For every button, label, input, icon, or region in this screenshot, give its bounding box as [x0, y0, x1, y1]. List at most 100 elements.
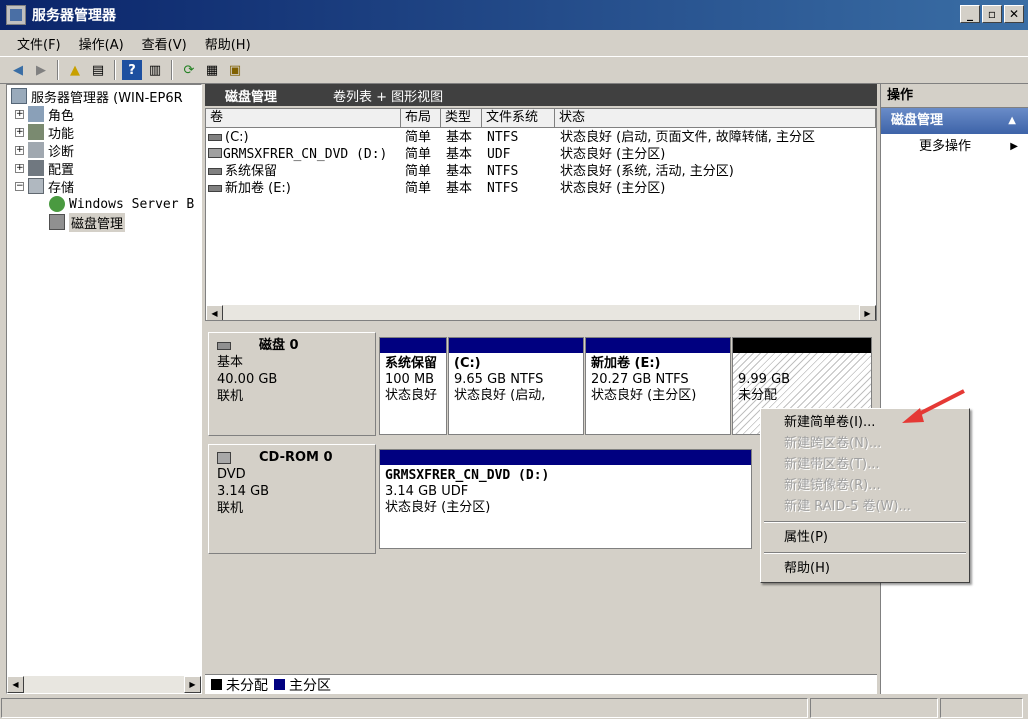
menu-item-new-simple-volume[interactable]: 新建简单卷(I)... [761, 412, 969, 433]
expand-icon[interactable]: + [15, 163, 24, 173]
back-icon[interactable]: ◀ [8, 60, 28, 80]
disk-0-label[interactable]: 磁盘 0 基本 40.00 GB 联机 [208, 332, 376, 436]
expand-icon[interactable]: + [15, 145, 24, 155]
scroll-right-icon[interactable]: ▶ [184, 676, 201, 693]
actions-section-label: 磁盘管理 [891, 113, 944, 128]
action-pane-icon[interactable]: ▥ [145, 60, 165, 80]
partition-name: (C:) [454, 356, 481, 371]
menu-action[interactable]: 操作(A) [70, 34, 133, 53]
volume-layout: 简单 [405, 130, 432, 145]
features-icon [28, 124, 44, 140]
partition-d[interactable]: GRMSXFRER_CN_DVD (D:) 3.14 GB UDF 状态良好 (… [379, 449, 752, 549]
partition-size: 100 MB [385, 372, 435, 387]
status-panel [810, 698, 938, 718]
configuration-icon [28, 160, 44, 176]
tree-item-configuration[interactable]: + 配置 [15, 159, 74, 178]
column-header-type[interactable]: 类型 [441, 109, 482, 128]
volume-name: (C:) [225, 130, 249, 145]
table-row[interactable]: GRMSXFRER_CN_DVD (D:) [208, 146, 401, 163]
cdrom-0-label[interactable]: CD-ROM 0 DVD 3.14 GB 联机 [208, 444, 376, 554]
tree-item-label: 诊断 [48, 144, 75, 160]
partition-name: 新加卷 (E:) [591, 356, 661, 371]
partition-size: 20.27 GB NTFS [591, 372, 689, 387]
volume-status: 状态良好 (启动, 页面文件, 故障转储, 主分区 [560, 130, 815, 145]
volume-name: 系统保留 [225, 164, 278, 179]
partition-status: 状态良好 [385, 388, 438, 403]
volume-status: 状态良好 (主分区) [560, 147, 666, 162]
collapse-up-icon[interactable]: ▲ [1008, 108, 1016, 134]
scroll-right-icon[interactable]: ▶ [859, 305, 876, 320]
legend-unallocated-label: 未分配 [226, 677, 268, 694]
disk-status: 联机 [217, 389, 244, 404]
show-hide-tree-icon[interactable]: ▤ [88, 60, 108, 80]
context-menu: 新建简单卷(I)... 新建跨区卷(N)... 新建带区卷(T)... 新建镜像… [760, 408, 970, 583]
minimize-button[interactable]: _ [960, 5, 980, 23]
tree-item-disk-management[interactable]: 磁盘管理 [49, 212, 126, 232]
volume-type: 基本 [446, 147, 473, 162]
partition-size: 9.65 GB NTFS [454, 372, 544, 387]
tree-item-server-manager[interactable]: 服务器管理器 (WIN-EP6R [11, 87, 183, 106]
column-header-status[interactable]: 状态 [555, 109, 876, 128]
menu-item-help[interactable]: 帮助(H) [761, 558, 969, 579]
maximize-button[interactable]: ▫ [982, 5, 1002, 23]
submenu-arrow-icon: ▶ [1010, 141, 1018, 152]
tree-horizontal-scrollbar[interactable]: ◀ ▶ [7, 676, 201, 693]
tree-item-storage[interactable]: − 存储 [15, 177, 75, 196]
expand-icon[interactable]: + [15, 127, 24, 137]
navigation-tree: 服务器管理器 (WIN-EP6R + 角色 + 功能 + 诊断 + 配置 − 存… [6, 84, 202, 694]
disk-size: 3.14 GB [217, 484, 270, 499]
disk-settings-icon[interactable]: ▣ [225, 60, 245, 80]
menu-item-properties[interactable]: 属性(P) [761, 527, 969, 548]
tree-item-label: 存储 [48, 180, 75, 196]
partition-bar [586, 338, 730, 353]
tree-item-windows-server-backup[interactable]: Windows Server B [49, 195, 194, 213]
disk-type: 基本 [217, 355, 244, 370]
properties-icon[interactable]: ▦ [202, 60, 222, 80]
legend: 未分配 主分区 [205, 674, 877, 694]
partition-bar [380, 450, 751, 465]
column-header-volume[interactable]: 卷 [206, 109, 401, 128]
volume-status: 状态良好 (主分区) [560, 181, 666, 196]
volume-filesystem: NTFS [487, 164, 519, 179]
menu-separator [764, 552, 966, 554]
close-button[interactable]: ✕ [1004, 5, 1024, 23]
partition-size: 3.14 GB UDF [385, 484, 469, 499]
expand-icon[interactable]: + [15, 109, 24, 119]
legend-primary-label: 主分区 [289, 677, 331, 694]
tree-item-features[interactable]: + 功能 [15, 123, 75, 142]
disk-size: 40.00 GB [217, 372, 278, 387]
partition-status: 状态良好 (启动, [454, 388, 546, 403]
disk-type: DVD [217, 467, 246, 482]
menu-view[interactable]: 查看(V) [133, 34, 196, 53]
column-header-filesystem[interactable]: 文件系统 [482, 109, 555, 128]
tree-item-diagnostics[interactable]: + 诊断 [15, 141, 75, 160]
table-row[interactable]: 系统保留 [208, 163, 401, 180]
partition-status: 未分配 [738, 388, 778, 403]
partition-c[interactable]: (C:) 9.65 GB NTFS 状态良好 (启动, [448, 337, 584, 435]
volume-type: 基本 [446, 181, 473, 196]
partition-size: 9.99 GB [738, 372, 791, 387]
collapse-icon[interactable]: − [15, 181, 24, 191]
help-icon[interactable]: ? [122, 60, 142, 80]
partition-system-reserved[interactable]: 系统保留 100 MB 状态良好 [379, 337, 447, 435]
tree-item-label: 功能 [48, 126, 75, 142]
scroll-left-icon[interactable]: ◀ [206, 305, 223, 320]
menu-file[interactable]: 文件(F) [8, 34, 70, 53]
column-header-layout[interactable]: 布局 [401, 109, 441, 128]
disk-status: 联机 [217, 501, 244, 516]
tree-item-roles[interactable]: + 角色 [15, 105, 74, 124]
menu-help[interactable]: 帮助(H) [196, 34, 260, 53]
partition-e[interactable]: 新加卷 (E:) 20.27 GB NTFS 状态良好 (主分区) [585, 337, 731, 435]
table-row[interactable]: (C:) [208, 129, 401, 146]
center-header: 磁盘管理 卷列表 + 图形视图 [205, 84, 877, 106]
disk-name: 磁盘 0 [259, 338, 299, 353]
hard-disk-icon [217, 341, 231, 350]
table-row[interactable]: 新加卷 (E:) [208, 180, 401, 197]
up-folder-icon[interactable]: ▲ [65, 60, 85, 80]
volume-list-scrollbar[interactable]: ◀ ▶ [206, 305, 876, 320]
refresh-icon[interactable]: ⟳ [179, 60, 199, 80]
more-actions-item[interactable]: 更多操作 ▶ [881, 134, 1028, 160]
scroll-left-icon[interactable]: ◀ [7, 676, 24, 693]
forward-icon[interactable]: ▶ [31, 60, 51, 80]
actions-section-disk-management[interactable]: 磁盘管理 ▲ [881, 108, 1028, 134]
